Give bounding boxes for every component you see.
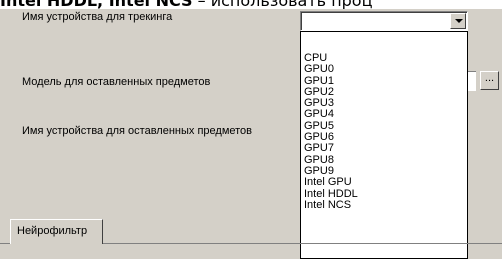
dropdown-option[interactable]: Intel NCS (304, 199, 467, 211)
browse-model-button[interactable]: ... (480, 71, 499, 90)
abandoned-model-field[interactable] (468, 71, 476, 91)
abandoned-model-label: Модель для оставленных предметов (22, 76, 211, 88)
header-rest-text: – использовать проц (193, 0, 373, 9)
tracking-device-label: Имя устройства для трекинга (22, 11, 173, 23)
dropdown-option[interactable]: Intel GPU (304, 176, 467, 188)
dropdown-option[interactable]: GPU7 (304, 143, 467, 155)
abandoned-device-label: Имя устройства для оставленных предметов (22, 125, 253, 137)
chevron-down-icon[interactable] (450, 13, 466, 29)
tracking-device-combobox[interactable] (300, 11, 468, 31)
device-dropdown-list[interactable]: CPU GPU0 GPU1 GPU2 GPU3 GPU4 GPU5 GPU6 GPU7 GPU8 G… (300, 31, 468, 259)
header-bold-text: Intel HDDL, Intel NCS (0, 0, 193, 9)
header-text: Intel HDDL, Intel NCS – использовать про… (0, 0, 502, 9)
tab-neurofilter[interactable]: Нейрофильтр (10, 219, 103, 244)
dropdown-option[interactable]: GPU0 (304, 63, 467, 75)
device-options-list: CPU GPU0 GPU1 GPU2 GPU3 GPU4 GPU5 GPU6 GPU7 GPU8 G… (301, 32, 467, 211)
